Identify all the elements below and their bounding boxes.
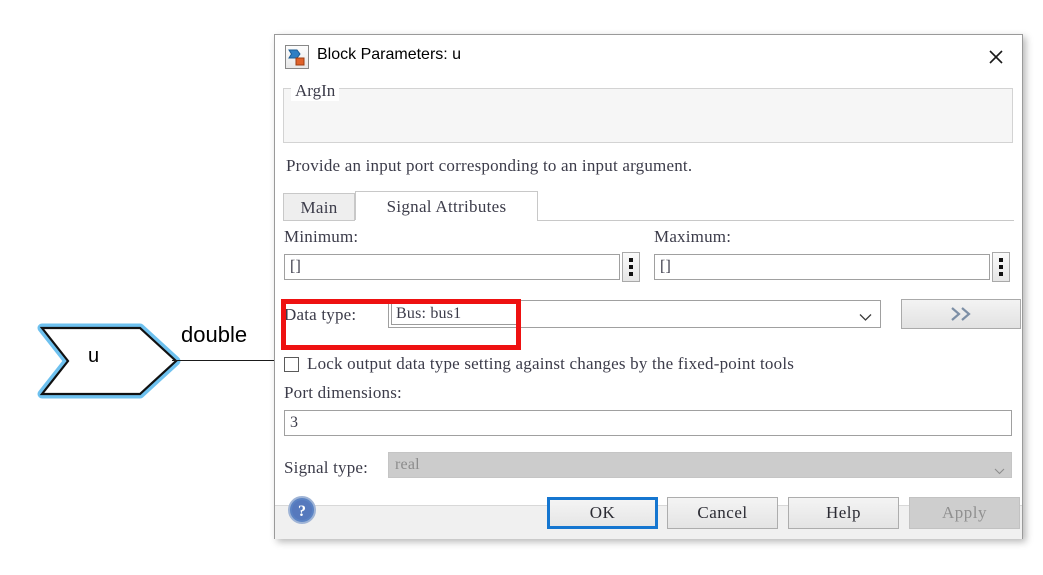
description-group-legend: ArgIn [291,81,339,101]
ok-button[interactable]: OK [547,497,658,529]
chevron-down-icon [994,462,1005,480]
block-parameters-dialog: Block Parameters: u ArgIn Provide an inp… [274,34,1023,539]
lock-output-data-type-label: Lock output data type setting against ch… [307,354,794,374]
minimum-input[interactable]: [] [284,254,620,280]
port-dimensions-input[interactable]: 3 [284,410,1012,436]
close-icon[interactable] [976,41,1016,73]
signal-type-label: Signal type: [284,458,368,478]
apply-button: Apply [909,497,1020,529]
inport-block-shape [36,322,182,400]
lock-output-data-type-row[interactable]: Lock output data type setting against ch… [284,354,794,374]
chevron-down-icon[interactable] [859,309,872,327]
signal-line [172,360,280,361]
cancel-button[interactable]: Cancel [667,497,778,529]
dialog-content: ArgIn Provide an input port correspondin… [275,80,1022,505]
data-type-combobox[interactable]: Bus: bus1 [388,300,881,328]
active-tab-underline-mask [355,220,529,222]
simulink-canvas: u double [0,0,275,575]
dialog-footer: ? OK Cancel Help Apply [275,505,1022,539]
data-type-label: Data type: [284,305,356,325]
data-type-value[interactable]: Bus: bus1 [391,303,517,325]
tabstrip: Main Signal Attributes [283,191,1014,221]
minimum-vertical-dots-icon[interactable] [622,252,640,282]
description-group [283,88,1013,143]
double-chevron-right-icon [948,305,974,323]
question-mark-circle-icon[interactable]: ? [287,495,317,525]
maximum-label: Maximum: [654,227,731,247]
dialog-title: Block Parameters: u [317,46,461,64]
help-button[interactable]: Help [788,497,899,529]
signal-type-select[interactable]: real [388,452,1012,478]
inport-block-label: u [88,346,99,366]
svg-text:?: ? [298,503,306,520]
maximum-input[interactable]: [] [654,254,990,280]
port-dimensions-label: Port dimensions: [284,383,402,403]
dialog-titlebar: Block Parameters: u [275,35,1022,81]
description-text: Provide an input port corresponding to a… [286,156,692,176]
inport-block-u[interactable] [36,322,182,400]
lock-output-data-type-checkbox[interactable] [284,357,299,372]
signal-type-annotation: double [181,324,247,346]
tab-main[interactable]: Main [283,193,355,221]
tab-signal-attributes[interactable]: Signal Attributes [355,191,538,221]
minimum-label: Minimum: [284,227,358,247]
maximum-vertical-dots-icon[interactable] [992,252,1010,282]
simulink-block-icon [285,45,309,69]
show-data-type-assistant-button[interactable] [901,299,1021,329]
